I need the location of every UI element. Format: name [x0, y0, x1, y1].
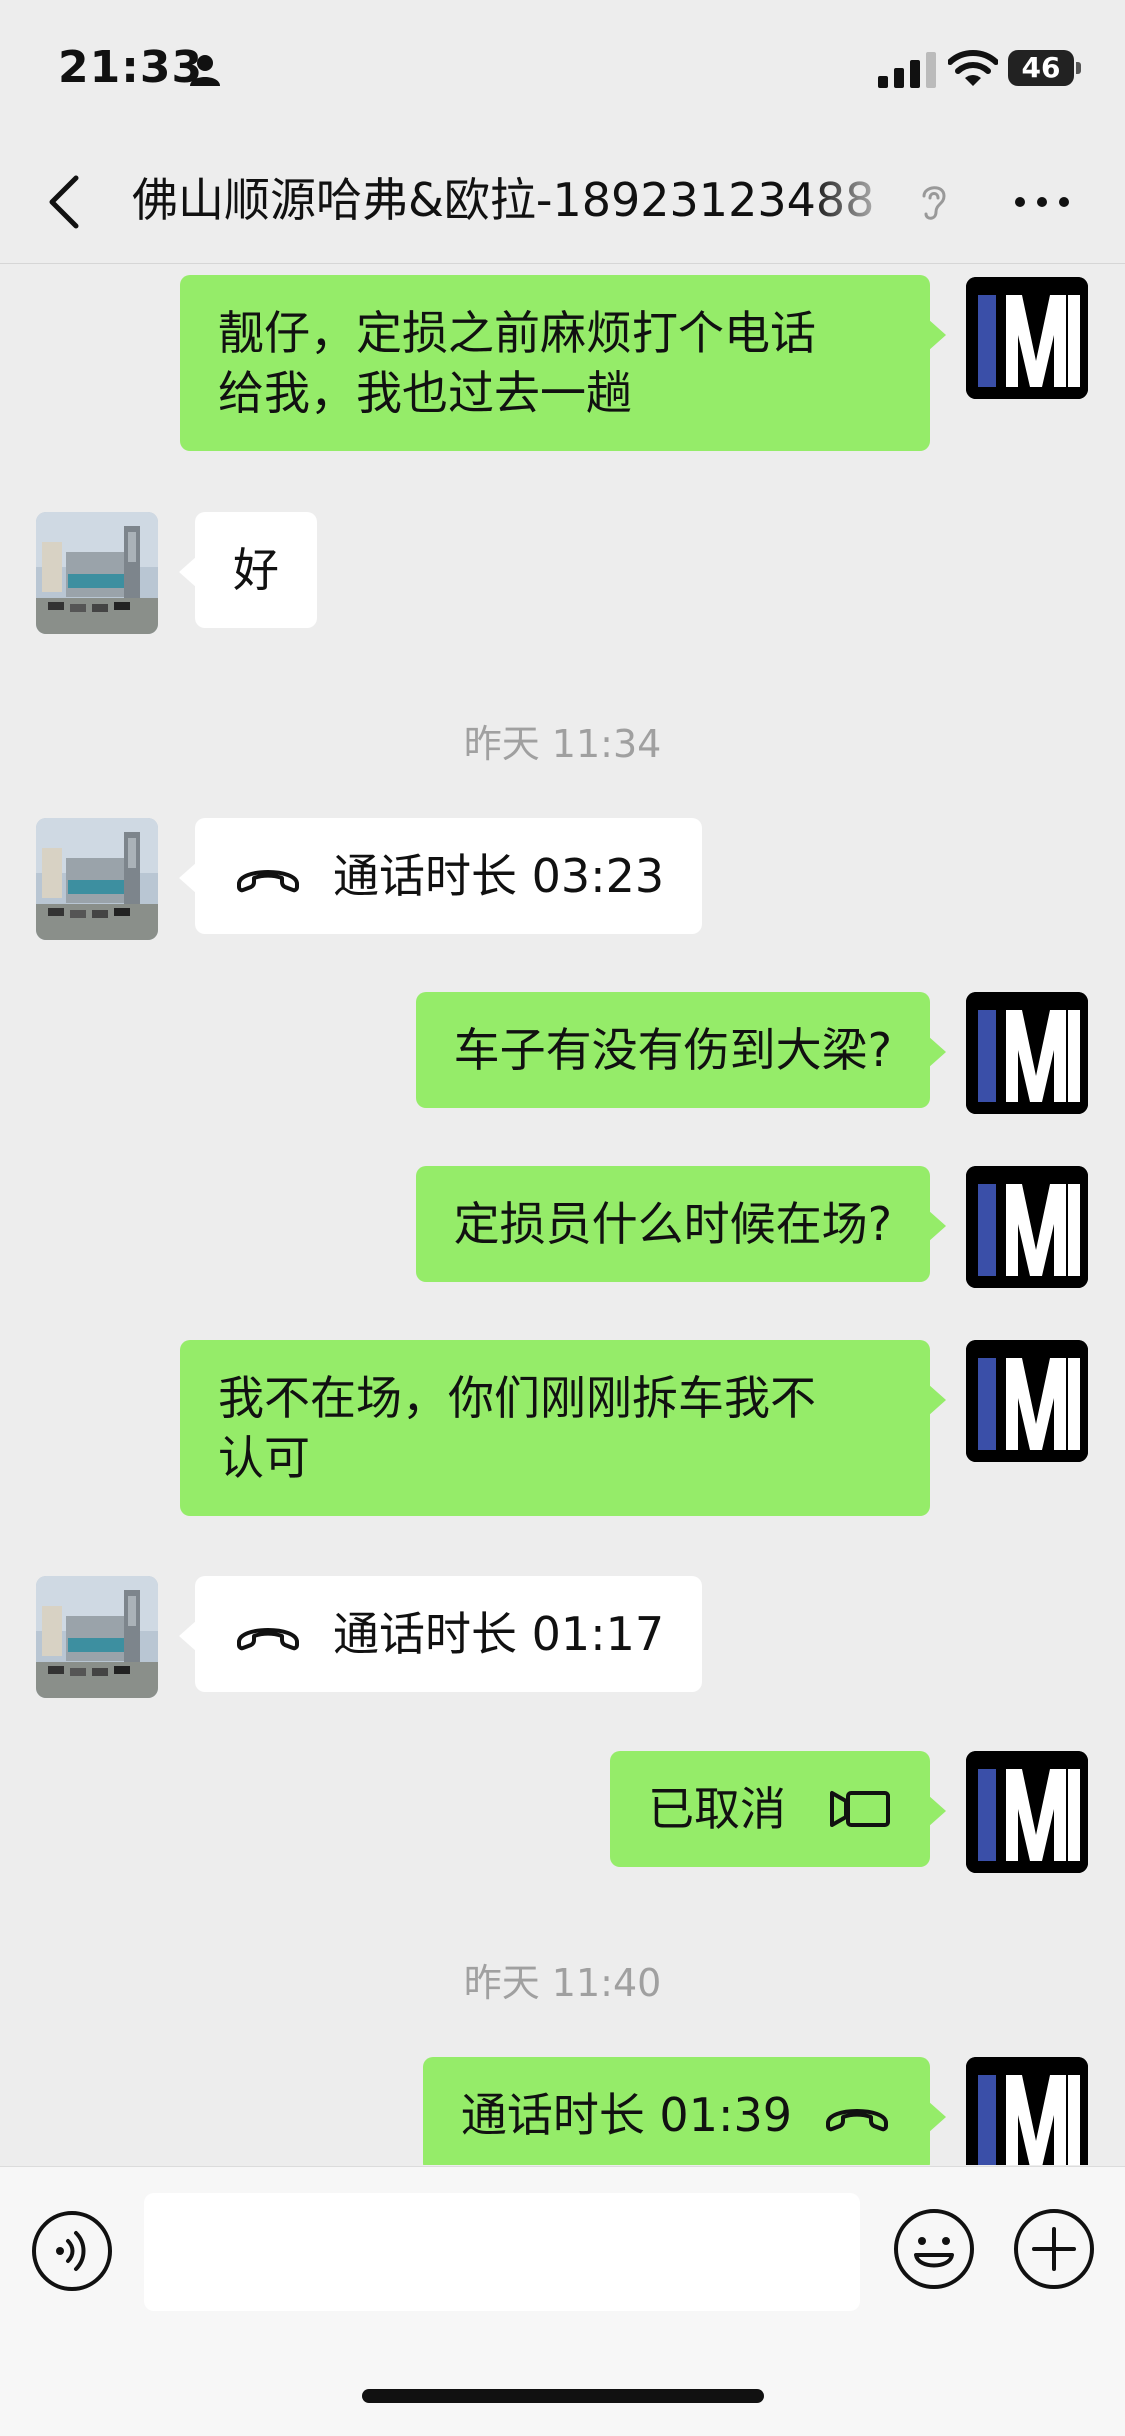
message-bubble-outgoing[interactable]: 我不在场，你们刚刚拆车我不 认可	[180, 1340, 946, 1516]
message-bubble-outgoing[interactable]: 定损员什么时候在场?	[415, 1166, 947, 1282]
phone-icon	[233, 856, 303, 896]
message-bubble-outgoing[interactable]: 靓仔，定损之前麻烦打个电话 给我，我也过去一趟	[180, 275, 946, 451]
avatar[interactable]	[966, 1166, 1088, 1288]
person-icon	[190, 55, 220, 86]
call-duration: 通话时长 01:17	[333, 1607, 665, 1661]
message-text: 靓仔，定损之前麻烦打个电话	[218, 306, 816, 360]
call-record-bubble[interactable]: 通话时长 01:39	[422, 2057, 947, 2165]
message-text: 给我，我也过去一趟	[218, 366, 632, 420]
timestamp: 昨天 11:34	[463, 722, 662, 766]
message-text: 我不在场，你们刚刚拆车我不	[218, 1371, 816, 1425]
message-bubble-outgoing[interactable]: 车子有没有伤到大梁?	[415, 992, 947, 1108]
message-text: 认可	[218, 1431, 310, 1485]
call-record-bubble[interactable]: 通话时长 03:23	[178, 818, 703, 934]
battery-indicator: 46	[1008, 50, 1081, 86]
chat-title: 佛山顺源哈弗&欧拉-18923123488	[132, 173, 875, 227]
message-list[interactable]: 靓仔，定损之前麻烦打个电话 给我，我也过去一趟 好 昨天 11:34 通话时长 …	[0, 265, 1125, 2165]
more-icon[interactable]	[1012, 182, 1072, 222]
status-time: 21:33	[58, 42, 204, 93]
ear-icon	[922, 186, 946, 220]
status-bar: 21:33 46	[0, 0, 1125, 140]
timestamp: 昨天 11:40	[463, 1961, 662, 2005]
avatar[interactable]	[36, 818, 158, 940]
message-bubble-incoming[interactable]: 好	[179, 512, 317, 628]
message-text: 定损员什么时候在场?	[453, 1197, 892, 1251]
call-record-bubble[interactable]: 通话时长 01:17	[178, 1576, 703, 1692]
video-call-bubble[interactable]: 已取消	[610, 1751, 946, 1867]
avatar[interactable]	[966, 992, 1088, 1114]
phone-icon	[233, 1614, 303, 1654]
avatar[interactable]	[966, 1751, 1088, 1873]
video-camera-icon	[830, 1791, 890, 1827]
call-duration: 通话时长 03:23	[333, 849, 665, 903]
phone-icon	[822, 2095, 892, 2135]
message-text: 车子有没有伤到大梁?	[453, 1023, 892, 1077]
home-indicator	[362, 2389, 764, 2403]
avatar[interactable]	[966, 277, 1088, 399]
call-duration: 通话时长 01:39	[460, 2088, 792, 2142]
chat-header: 佛山顺源哈弗&欧拉-18923123488	[0, 140, 1125, 264]
wifi-icon	[948, 50, 998, 86]
cellular-signal-icon	[878, 52, 936, 88]
chevron-left-icon[interactable]	[44, 172, 84, 232]
call-status: 已取消	[648, 1782, 786, 1836]
message-input[interactable]	[144, 2193, 860, 2311]
avatar[interactable]	[966, 2057, 1088, 2165]
message-text: 好	[233, 543, 279, 597]
input-bar	[0, 2166, 1125, 2436]
avatar[interactable]	[36, 512, 158, 634]
emoji-icon[interactable]	[892, 2207, 976, 2291]
voice-icon[interactable]	[30, 2209, 114, 2293]
plus-icon[interactable]	[1012, 2207, 1096, 2291]
avatar[interactable]	[966, 1340, 1088, 1462]
avatar[interactable]	[36, 1576, 158, 1698]
chat-screen: 21:33 46 佛山顺源哈弗&欧拉-18923123488 靓仔，定损之前麻烦…	[0, 0, 1125, 2436]
